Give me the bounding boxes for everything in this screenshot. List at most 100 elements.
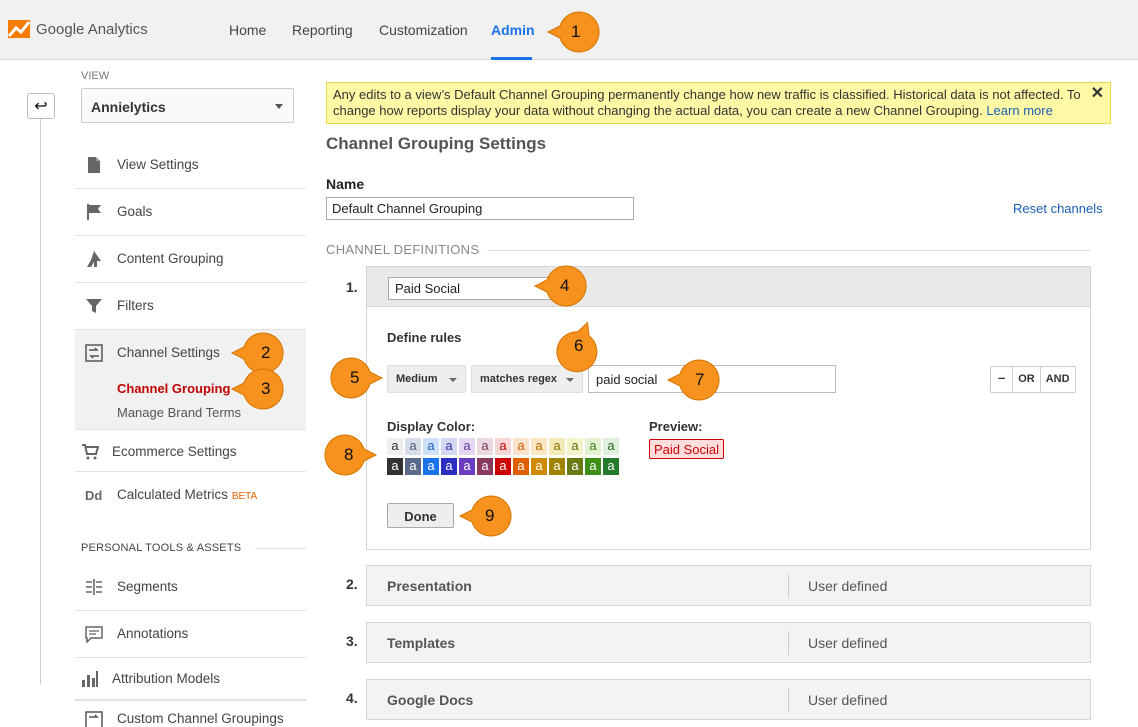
name-input[interactable] bbox=[326, 197, 634, 220]
google-analytics-logo[interactable]: Google Analytics bbox=[8, 20, 148, 38]
remove-rule-button[interactable]: – bbox=[991, 367, 1012, 392]
sidebar-item-segments[interactable]: Segments bbox=[75, 564, 306, 611]
sidebar-subitem-channel-grouping[interactable]: Channel Grouping bbox=[117, 381, 230, 396]
define-rules-label: Define rules bbox=[387, 330, 462, 345]
sidebar-item-ecommerce-settings[interactable]: Ecommerce Settings bbox=[75, 430, 306, 472]
swatch-row-light: aaaaaaaaaaaaa bbox=[387, 438, 637, 456]
active-nav-underline bbox=[491, 57, 532, 60]
color-swatch[interactable]: a bbox=[585, 438, 601, 455]
color-swatch[interactable]: a bbox=[513, 458, 529, 475]
color-swatch[interactable]: a bbox=[441, 438, 457, 455]
callout-marker: 3 bbox=[228, 366, 286, 412]
operator-value: matches regex bbox=[480, 373, 558, 385]
nav-admin[interactable]: Admin bbox=[491, 22, 535, 38]
display-color-label: Display Color: bbox=[387, 419, 476, 434]
nav-reporting[interactable]: Reporting bbox=[292, 22, 353, 38]
color-swatch[interactable]: a bbox=[387, 438, 403, 455]
and-button[interactable]: AND bbox=[1039, 367, 1075, 392]
color-swatch[interactable]: a bbox=[585, 458, 601, 475]
sidebar-item-goals[interactable]: Goals bbox=[75, 189, 306, 236]
learn-more-link[interactable]: Learn more bbox=[986, 103, 1052, 118]
calculated-metrics-text: Calculated Metrics bbox=[117, 487, 229, 502]
color-swatch[interactable]: a bbox=[459, 438, 475, 455]
color-swatch[interactable]: a bbox=[549, 458, 565, 475]
color-swatch[interactable]: a bbox=[405, 438, 421, 455]
color-swatch[interactable]: a bbox=[459, 458, 475, 475]
callout-number: 9 bbox=[485, 506, 495, 525]
sidebar-item-attribution-models[interactable]: Attribution Models bbox=[75, 658, 306, 700]
sidebar-item-label: Filters bbox=[117, 298, 154, 313]
sidebar-item-annotations[interactable]: Annotations bbox=[75, 611, 306, 658]
color-swatch[interactable]: a bbox=[567, 458, 583, 475]
channel-row-google-docs[interactable]: Google Docs User defined bbox=[366, 679, 1091, 720]
view-select[interactable]: Annielytics bbox=[81, 88, 294, 123]
sidebar-item-label: View Settings bbox=[117, 157, 199, 172]
channel-type: User defined bbox=[808, 578, 888, 594]
or-button[interactable]: OR bbox=[1012, 367, 1040, 392]
callout-marker: 1 bbox=[544, 9, 602, 55]
dimension-dropdown[interactable]: Medium bbox=[387, 365, 466, 393]
rule-logic-buttons: – OR AND bbox=[990, 366, 1076, 393]
channel-number: 3. bbox=[346, 633, 358, 649]
color-swatch[interactable]: a bbox=[423, 438, 439, 455]
bar-chart-icon bbox=[82, 671, 98, 687]
document-icon bbox=[88, 157, 100, 173]
color-swatch[interactable]: a bbox=[441, 458, 457, 475]
color-swatch[interactable]: a bbox=[477, 458, 493, 475]
back-arrow-icon: ↩ bbox=[34, 98, 48, 115]
callout-number: 1 bbox=[571, 22, 581, 41]
callout-shape-icon bbox=[667, 359, 720, 401]
sidebar-item-custom-channel-groupings[interactable]: Custom Channel Groupings bbox=[75, 700, 306, 727]
color-swatch[interactable]: a bbox=[531, 458, 547, 475]
back-button[interactable]: ↩ bbox=[27, 93, 55, 119]
sidebar-item-filters[interactable]: Filters bbox=[75, 283, 306, 330]
comment-icon bbox=[85, 626, 103, 643]
sidebar-item-calculated-metrics[interactable]: Dd Calculated Metrics BETA bbox=[75, 472, 306, 522]
color-swatch[interactable]: a bbox=[495, 458, 511, 475]
callout-marker: 6 bbox=[550, 315, 608, 378]
sidebar-item-label: Channel Settings bbox=[117, 345, 220, 360]
custom-channel-icon bbox=[85, 711, 103, 727]
sidebar-item-view-settings[interactable]: View Settings bbox=[75, 142, 306, 189]
callout-number: 7 bbox=[695, 370, 705, 389]
callout-number: 6 bbox=[574, 336, 584, 355]
close-icon[interactable]: ✕ bbox=[1091, 86, 1104, 102]
color-swatch[interactable]: a bbox=[513, 438, 529, 455]
sidebar-tree-line bbox=[40, 119, 41, 684]
nav-home[interactable]: Home bbox=[229, 22, 266, 38]
color-swatch[interactable]: a bbox=[495, 438, 511, 455]
sidebar-item-content-grouping[interactable]: Content Grouping bbox=[75, 236, 306, 283]
notice-banner: Any edits to a view’s Default Channel Gr… bbox=[326, 82, 1111, 124]
done-button[interactable]: Done bbox=[387, 503, 454, 528]
color-swatch[interactable]: a bbox=[405, 458, 421, 475]
callout-marker: 4 bbox=[531, 263, 589, 309]
reset-channels-link[interactable]: Reset channels bbox=[1013, 201, 1103, 216]
callout-marker: 9 bbox=[456, 493, 514, 539]
color-swatch[interactable]: a bbox=[549, 438, 565, 455]
dimension-value: Medium bbox=[396, 373, 438, 385]
nav-customization[interactable]: Customization bbox=[379, 22, 468, 38]
channel-name: Templates bbox=[387, 635, 456, 651]
divider bbox=[788, 688, 789, 712]
channel-number: 2. bbox=[346, 576, 358, 592]
view-label: VIEW bbox=[81, 70, 110, 82]
segments-icon bbox=[86, 579, 102, 595]
sidebar-item-label: Attribution Models bbox=[112, 671, 221, 686]
color-swatch-grid: aaaaaaaaaaaaa aaaaaaaaaaaaa bbox=[387, 438, 637, 478]
logo-text: Google Analytics bbox=[36, 20, 148, 38]
color-swatch[interactable]: a bbox=[531, 438, 547, 455]
notice-text: Any edits to a view’s Default Channel Gr… bbox=[333, 87, 1081, 118]
sidebar-item-label: Segments bbox=[117, 579, 178, 594]
color-swatch[interactable]: a bbox=[387, 458, 403, 475]
color-swatch[interactable]: a bbox=[423, 458, 439, 475]
channel-row-presentation[interactable]: Presentation User defined bbox=[366, 565, 1091, 606]
color-swatch[interactable]: a bbox=[477, 438, 493, 455]
sidebar-subitem-manage-brand-terms[interactable]: Manage Brand Terms bbox=[117, 405, 241, 420]
color-swatch[interactable]: a bbox=[603, 438, 619, 455]
color-swatch[interactable]: a bbox=[567, 438, 583, 455]
channel-name-input[interactable] bbox=[388, 277, 553, 300]
color-swatch[interactable]: a bbox=[603, 458, 619, 475]
sidebar-item-label: Goals bbox=[117, 204, 153, 219]
channel-row-templates[interactable]: Templates User defined bbox=[366, 622, 1091, 663]
channel-settings-icon bbox=[85, 344, 103, 362]
